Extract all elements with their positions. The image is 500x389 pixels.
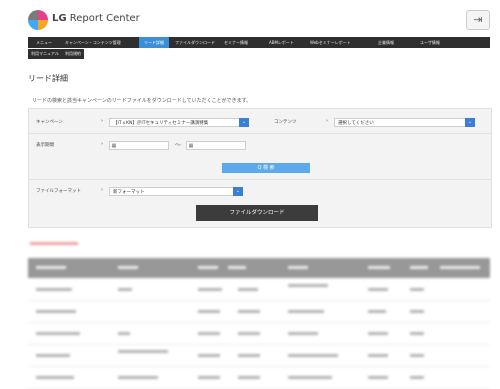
campaign-label: キャンペーン [36,120,63,125]
file-format-select[interactable]: 新フォーマット [109,187,234,196]
table-row[interactable] [28,300,490,323]
page-title: リード詳細 [28,74,68,83]
primary-nav: メニュー キャンペーン・コンテンツ管理 リード詳細 ファイルダウンロード セミナ… [28,37,490,48]
chevron-right-icon: › [101,141,103,147]
divider [29,179,491,180]
table-row[interactable] [28,278,490,301]
content-dropdown-button[interactable]: ⌄ [465,118,475,127]
logout-button[interactable]: ⇥ [466,10,490,30]
nav-item-lead-detail[interactable]: リード詳細 [139,37,169,48]
table-row[interactable] [28,366,490,389]
chevron-down-icon: ⌄ [241,119,247,125]
period-label: 表示期間 [36,143,54,148]
brand-name: LG Report Center [52,13,140,24]
chevron-right-icon: › [101,118,103,124]
brand-logo [28,10,48,30]
brand-prefix: LG [52,13,67,24]
calendar-icon[interactable]: ▦ [110,142,118,149]
content-label: コンテンツ [274,120,297,125]
chevron-down-icon: ⌄ [467,119,473,125]
campaign-select[interactable]: 【ITｘKN】＠ITセキュリティセミナー講演特集 [109,118,241,127]
file-format-label: ファイルフォーマット [36,189,81,194]
nav-item-user-info[interactable]: ユーザ情報 [420,37,440,48]
results-table-blurred [28,236,490,389]
brand-suffix: Report Center [69,13,140,24]
search-form-panel: キャンペーン › 【ITｘKN】＠ITセキュリティセミナー講演特集 ⌄ コンテン… [28,108,492,228]
content-select[interactable]: 選択してください [334,118,466,127]
chevron-right-icon: › [326,118,328,124]
calendar-icon[interactable]: ▦ [187,142,195,149]
file-download-button[interactable]: ファイルダウンロード [196,205,318,221]
nav-item-web-seminar-report[interactable]: Webセミナーレポート [310,37,351,48]
table-header [28,258,490,278]
period-end-input[interactable]: ▦ [186,141,246,150]
nav-item-menu[interactable]: メニュー [36,37,52,48]
period-separator: ～ [175,142,182,149]
divider [29,133,491,134]
nav-item-manual[interactable]: 利用マニュアル [28,49,62,59]
page-description: リードの検索と該当キャンペーンのリードファイルをダウンロードしていただくことがで… [32,98,252,104]
file-format-dropdown-button[interactable]: ⌄ [233,187,243,196]
chevron-down-icon: ⌄ [235,188,241,194]
chevron-right-icon: › [101,187,103,193]
app-header: LG Report Center ⇥ [0,0,500,36]
nav-item-abm-report[interactable]: ABMレポート [269,37,294,48]
table-row[interactable] [28,322,490,345]
nav-item-seminar-info[interactable]: セミナー情報 [224,37,248,48]
period-start-input[interactable]: ▦ [109,141,169,150]
nav-item-terms[interactable]: 利用規約 [62,49,84,59]
logout-icon: ⇥ [473,13,483,26]
campaign-dropdown-button[interactable]: ⌄ [239,118,249,127]
nav-item-company-info[interactable]: 企業情報 [378,37,394,48]
results-count-text [30,242,78,245]
table-row[interactable] [28,344,490,367]
nav-item-file-download[interactable]: ファイルダウンロード [175,37,215,48]
search-button[interactable]: Q 検 索 [222,163,310,173]
nav-item-campaign-content[interactable]: キャンペーン・コンテンツ管理 [65,37,121,48]
